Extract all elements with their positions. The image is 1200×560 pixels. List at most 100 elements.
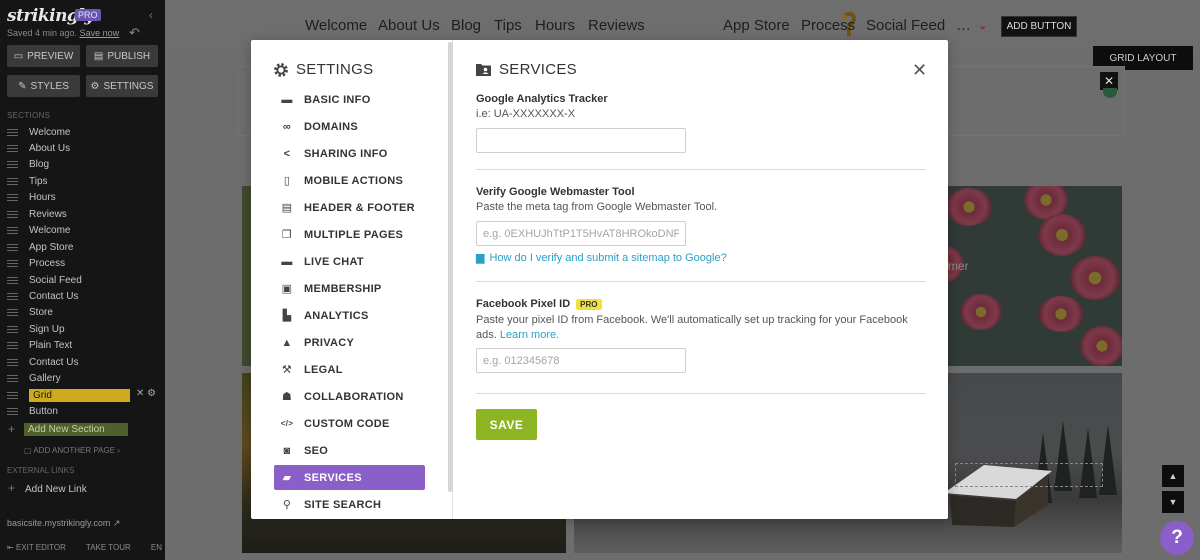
move-section-down-button[interactable]: ▼ [1162,491,1184,513]
sidebar-section-item[interactable]: Contact Us [0,354,165,370]
exit-editor-button[interactable]: ⇤ EXIT EDITOR [7,543,66,552]
add-new-section-button[interactable]: + Add New Section [0,421,165,437]
nav-more-menu[interactable]: … [956,17,971,34]
sidebar-section-item[interactable]: Hours [0,190,165,206]
nav-scrollbar[interactable] [448,42,453,492]
text-placeholder-box [955,463,1103,487]
drag-handle-icon[interactable] [7,358,18,366]
sidebar-section-item[interactable]: Plain Text [0,338,165,354]
drag-handle-icon[interactable] [7,391,18,399]
sidebar-section-item[interactable]: Welcome [0,223,165,239]
preview-button[interactable]: ▭ PREVIEW [7,45,80,67]
drag-handle-icon[interactable] [7,227,18,235]
nav-link-welcome[interactable]: Welcome [305,17,367,34]
drag-handle-icon[interactable] [7,342,18,350]
settings-nav-analytics[interactable]: ▙ ANALYTICS [274,303,425,328]
settings-nav-domains[interactable]: ∞ DOMAINS [274,114,425,139]
collapse-sidebar-icon[interactable]: ‹ [149,8,153,22]
sidebar-section-item[interactable]: About Us [0,140,165,156]
styles-button[interactable]: ✎ STYLES [7,75,80,97]
language-selector[interactable]: EN [151,543,162,552]
drag-handle-icon[interactable] [7,260,18,268]
settings-nav-collaboration[interactable]: ☗ COLLABORATION [274,384,425,409]
sidebar-section-item[interactable]: Social Feed [0,272,165,288]
drag-handle-icon[interactable] [7,210,18,218]
take-tour-button[interactable]: TAKE TOUR [86,543,131,552]
sidebar-section-item[interactable]: Welcome [0,124,165,140]
settings-nav-seo[interactable]: ◙ SEO [274,438,425,463]
sidebar-section-item[interactable]: Gallery [0,371,165,387]
settings-nav-label: COLLABORATION [304,390,404,403]
nav-link-blog[interactable]: Blog [451,17,481,34]
move-section-up-button[interactable]: ▲ [1162,465,1184,487]
drag-handle-icon[interactable] [7,408,18,416]
settings-nav-membership[interactable]: ▣ MEMBERSHIP [274,276,425,301]
drag-handle-icon[interactable] [7,194,18,202]
settings-nav-site-search[interactable]: ⚲ SITE SEARCH [274,492,425,517]
drag-handle-icon[interactable] [7,177,18,185]
search-icon: ⚲ [282,499,292,511]
sidebar-section-item[interactable]: Sign Up [0,321,165,337]
settings-nav-header-footer[interactable]: ▤ HEADER & FOOTER [274,195,425,220]
settings-nav-live-chat[interactable]: ▬ LIVE CHAT [274,249,425,274]
drag-handle-icon[interactable] [7,325,18,333]
settings-nav-legal[interactable]: ⚒ LEGAL [274,357,425,382]
nav-link-social-feed[interactable]: Social Feed [866,17,945,34]
learn-more-link[interactable]: Learn more. [500,329,559,341]
sidebar-section-item[interactable]: Contact Us [0,289,165,305]
ga-tracker-input[interactable] [476,128,686,153]
nav-link-reviews[interactable]: Reviews [588,17,645,34]
sidebar-section-item[interactable]: Reviews [0,206,165,222]
sidebar-section-label: Process [29,258,66,270]
settings-nav-multiple-pages[interactable]: ❐ MULTIPLE PAGES [274,222,425,247]
chevron-down-icon[interactable]: ⌄ [978,19,987,32]
drag-handle-icon[interactable] [7,309,18,317]
nav-link-hours[interactable]: Hours [535,17,575,34]
nav-link-app-store[interactable]: App Store [723,17,790,34]
drag-handle-icon[interactable] [7,293,18,300]
sidebar-section-item[interactable]: Store [0,305,165,321]
add-page-icon: ▢ [24,446,32,455]
pixel-label: Facebook Pixel ID PRO [476,298,602,310]
monitor-icon: ▭ [13,50,24,62]
settings-nav-custom-code[interactable]: </> CUSTOM CODE [274,411,425,436]
undo-icon[interactable]: ↶ [129,25,140,41]
save-now-link[interactable]: Save now [80,28,120,38]
webmaster-meta-input[interactable] [476,221,686,246]
sidebar-section-item[interactable]: Button [0,404,165,420]
sidebar-section-item[interactable]: Blog [0,157,165,173]
add-new-link-button[interactable]: + Add New Link [8,481,87,495]
settings-nav-label: SHARING INFO [304,147,388,160]
close-modal-icon[interactable]: ✕ [912,61,927,79]
settings-nav-privacy[interactable]: ▲ PRIVACY [274,330,425,355]
publish-button[interactable]: ▤ PUBLISH [86,45,158,67]
services-title-text: SERVICES [499,61,577,78]
sidebar-section-label: Store [29,307,53,319]
sitemap-help-link[interactable]: ▆ How do I verify and submit a sitemap t… [476,251,727,265]
nav-link-process[interactable]: Process [801,17,855,34]
site-url-link[interactable]: basicsite.mystrikingly.com ↗ [7,518,120,529]
add-another-page-button[interactable]: ▢ ADD ANOTHER PAGE › [24,446,120,455]
sidebar-settings-button[interactable]: ⚙ SETTINGS [86,75,158,97]
settings-nav-services[interactable]: ▰ SERVICES [274,465,425,490]
sidebar-section-item[interactable]: App Store [0,239,165,255]
delete-section-icon[interactable]: ✕ [136,388,147,399]
nav-link-about-us[interactable]: About Us [378,17,440,34]
add-button[interactable]: ADD BUTTON [1001,16,1077,37]
drag-handle-icon[interactable] [7,375,18,383]
settings-nav-sharing-info[interactable]: < SHARING INFO [274,141,425,166]
drag-handle-icon[interactable] [7,161,18,169]
pixel-id-input[interactable] [476,348,686,373]
nav-link-tips[interactable]: Tips [494,17,522,34]
sidebar-section-item[interactable]: Process [0,256,165,272]
help-button[interactable]: ? [1160,521,1194,555]
settings-nav-basic-info[interactable]: ▬ BASIC INFO [274,87,425,112]
drag-handle-icon[interactable] [7,144,18,152]
drag-handle-icon[interactable] [7,243,18,251]
section-settings-icon[interactable]: ⚙ [147,388,156,399]
save-button[interactable]: SAVE [476,409,537,440]
drag-handle-icon[interactable] [7,128,18,136]
sidebar-section-item[interactable]: Tips [0,173,165,189]
drag-handle-icon[interactable] [7,276,18,284]
settings-nav-mobile-actions[interactable]: ▯ MOBILE ACTIONS [274,168,425,193]
